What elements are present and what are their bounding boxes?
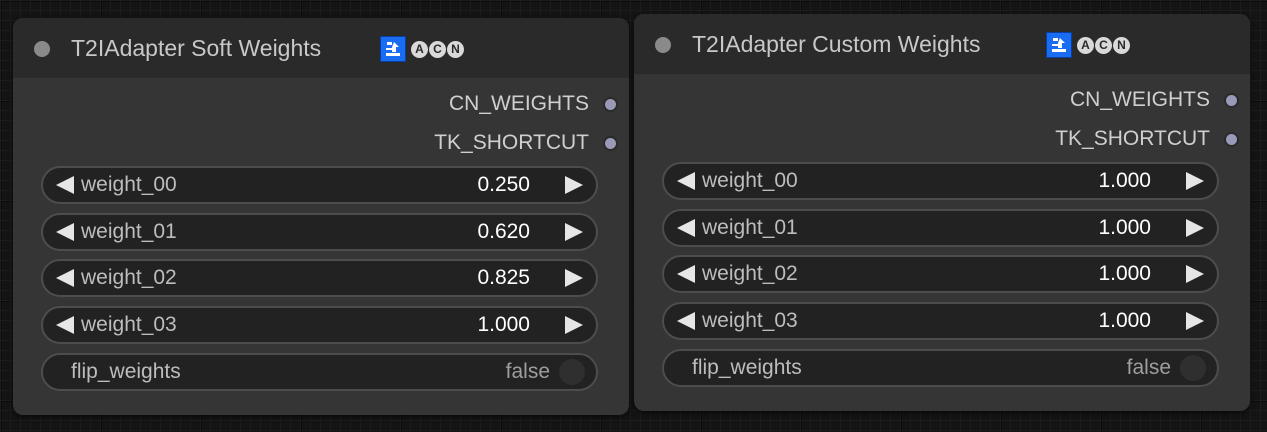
badge-c: C [1095,36,1112,54]
toggle-label: flip_weights [692,356,802,379]
node-header[interactable]: T2IAdapter Soft Weights A C N [13,18,629,78]
weight-00-widget[interactable]: weight_00 0.250 [41,166,598,204]
widget-value: 1.000 [1098,262,1151,285]
widget-value: 0.250 [477,173,530,196]
output-tk-shortcut: TK_SHORTCUT [634,124,1250,154]
output-slot[interactable] [603,97,618,112]
output-slot[interactable] [603,136,618,151]
decrement-arrow-icon[interactable] [56,269,74,287]
flip-weights-toggle[interactable]: flip_weights false [662,349,1219,387]
increment-arrow-icon[interactable] [1186,312,1204,330]
weight-01-widget[interactable]: weight_01 1.000 [662,209,1219,247]
widget-value: 1.000 [1098,216,1151,239]
widget-value: 0.620 [477,220,530,243]
weight-03-widget[interactable]: weight_03 1.000 [662,302,1219,340]
output-cn-weights: CN_WEIGHTS [634,85,1250,115]
node-soft-weights[interactable]: T2IAdapter Soft Weights A C N CN_WEIGHTS… [13,18,629,415]
widget-label: weight_03 [702,309,798,332]
decrement-arrow-icon[interactable] [56,176,74,194]
node-custom-weights[interactable]: T2IAdapter Custom Weights A C N CN_WEIGH… [634,14,1250,411]
node-header[interactable]: T2IAdapter Custom Weights A C N [634,14,1250,74]
collapse-toggle[interactable] [34,41,50,57]
node-title: T2IAdapter Soft Weights [71,35,322,61]
increment-arrow-icon[interactable] [565,176,583,194]
decrement-arrow-icon[interactable] [677,219,695,237]
decrement-arrow-icon[interactable] [677,172,695,190]
widget-label: weight_02 [81,266,177,289]
output-label: TK_SHORTCUT [434,131,589,154]
decrement-arrow-icon[interactable] [56,316,74,334]
output-tk-shortcut: TK_SHORTCUT [13,128,629,158]
download-badge-icon [1046,32,1072,58]
badge-n: N [447,40,464,58]
toggle-value: false [505,360,550,383]
weight-00-widget[interactable]: weight_00 1.000 [662,162,1219,200]
badge-group: A C N [1046,32,1131,58]
increment-arrow-icon[interactable] [1186,219,1204,237]
decrement-arrow-icon[interactable] [56,223,74,241]
weight-03-widget[interactable]: weight_03 1.000 [41,306,598,344]
output-label: CN_WEIGHTS [1069,88,1210,111]
weight-02-widget[interactable]: weight_02 1.000 [662,255,1219,293]
widget-value: 1.000 [1098,169,1151,192]
increment-arrow-icon[interactable] [565,316,583,334]
flip-weights-toggle[interactable]: flip_weights false [41,353,598,391]
node-title: T2IAdapter Custom Weights [692,31,981,57]
decrement-arrow-icon[interactable] [677,265,695,283]
download-badge-icon [380,36,406,62]
badge-a: A [1077,36,1094,54]
increment-arrow-icon[interactable] [565,269,583,287]
toggle-knob[interactable] [1180,355,1206,381]
widget-label: weight_02 [702,262,798,285]
widget-label: weight_00 [702,169,798,192]
output-slot[interactable] [1224,93,1239,108]
widget-label: weight_01 [702,216,798,239]
output-cn-weights: CN_WEIGHTS [13,89,629,119]
output-label: TK_SHORTCUT [1055,127,1210,150]
badge-a: A [411,40,428,58]
collapse-toggle[interactable] [655,37,671,53]
toggle-knob[interactable] [559,359,585,385]
widget-value: 1.000 [477,313,530,336]
widget-label: weight_01 [81,220,177,243]
output-slot[interactable] [1224,132,1239,147]
weight-01-widget[interactable]: weight_01 0.620 [41,213,598,251]
widget-label: weight_00 [81,173,177,196]
decrement-arrow-icon[interactable] [677,312,695,330]
output-label: CN_WEIGHTS [448,92,589,115]
badge-n: N [1113,36,1130,54]
widget-label: weight_03 [81,313,177,336]
widget-value: 1.000 [1098,309,1151,332]
badge-c: C [429,40,446,58]
weight-02-widget[interactable]: weight_02 0.825 [41,259,598,297]
widget-value: 0.825 [477,266,530,289]
increment-arrow-icon[interactable] [565,223,583,241]
toggle-label: flip_weights [71,360,181,383]
increment-arrow-icon[interactable] [1186,172,1204,190]
increment-arrow-icon[interactable] [1186,265,1204,283]
badge-group: A C N [380,36,465,62]
toggle-value: false [1126,356,1171,379]
